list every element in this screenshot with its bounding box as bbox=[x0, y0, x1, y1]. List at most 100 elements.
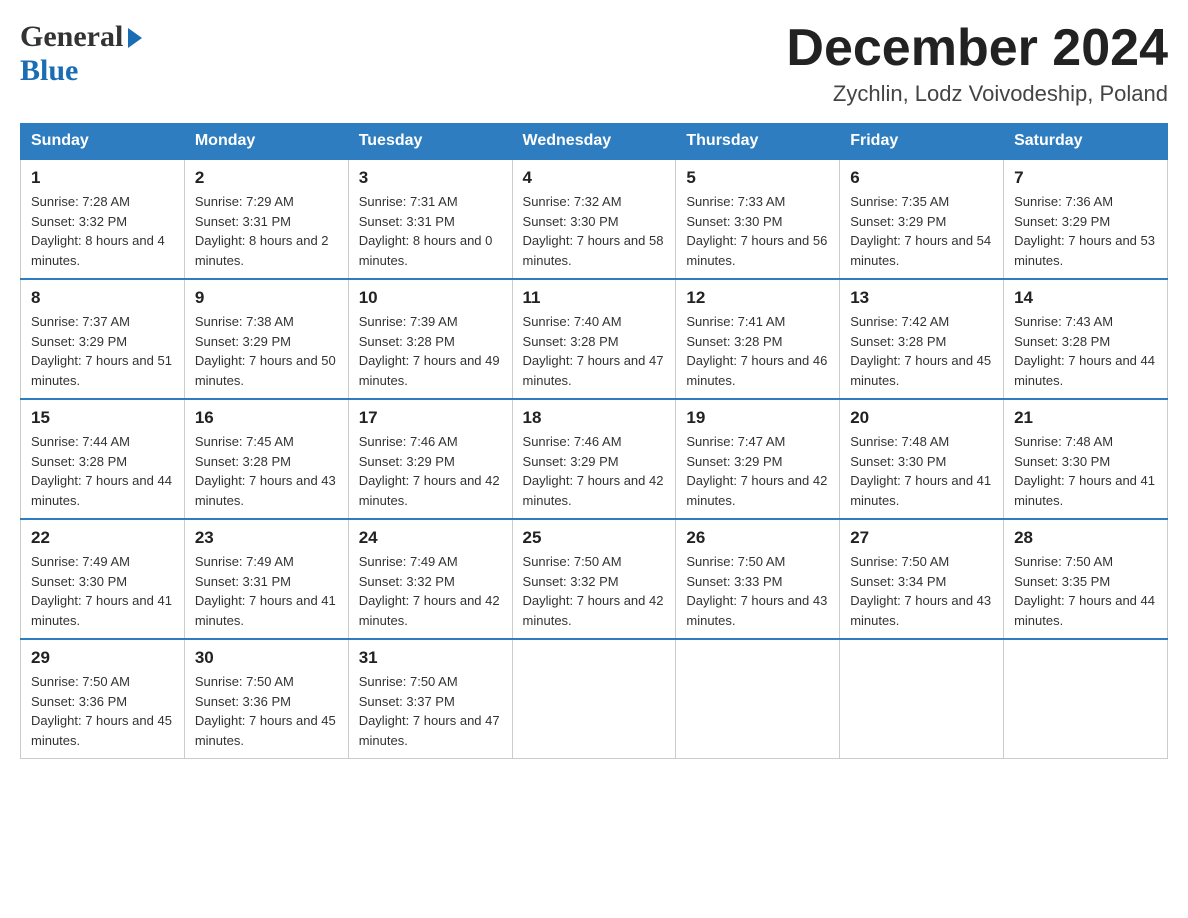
calendar-cell: 30Sunrise: 7:50 AMSunset: 3:36 PMDayligh… bbox=[184, 639, 348, 759]
calendar-cell: 6 Sunrise: 7:35 AMSunset: 3:29 PMDaylight… bbox=[840, 159, 1004, 279]
calendar-week-row: 8 Sunrise: 7:37 AMSunset: 3:29 PMDaylight… bbox=[21, 279, 1168, 399]
day-number: 19 bbox=[686, 408, 829, 428]
day-number: 7 bbox=[1014, 168, 1157, 188]
day-number: 20 bbox=[850, 408, 993, 428]
calendar-cell: 9 Sunrise: 7:38 AMSunset: 3:29 PMDaylight… bbox=[184, 279, 348, 399]
title-block: December 2024 Zychlin, Lodz Voivodeship,… bbox=[786, 20, 1168, 107]
day-info: Sunrise: 7:44 AMSunset: 3:28 PMDaylight:… bbox=[31, 434, 172, 508]
day-number: 21 bbox=[1014, 408, 1157, 428]
calendar-cell: 27 Sunrise: 7:50 AMSunset: 3:34 PMDayligh… bbox=[840, 519, 1004, 639]
calendar-cell bbox=[840, 639, 1004, 759]
calendar-week-row: 15 Sunrise: 7:44 AMSunset: 3:28 PMDayligh… bbox=[21, 399, 1168, 519]
day-info: Sunrise: 7:48 AMSunset: 3:30 PMDaylight:… bbox=[1014, 434, 1155, 508]
day-info: Sunrise: 7:32 AMSunset: 3:30 PMDaylight:… bbox=[523, 194, 664, 268]
day-info: Sunrise: 7:37 AMSunset: 3:29 PMDaylight:… bbox=[31, 314, 172, 388]
day-number: 3 bbox=[359, 168, 502, 188]
day-info: Sunrise: 7:38 AMSunset: 3:29 PMDaylight:… bbox=[195, 314, 336, 388]
day-info: Sunrise: 7:49 AMSunset: 3:32 PMDaylight:… bbox=[359, 554, 500, 628]
day-number: 16 bbox=[195, 408, 338, 428]
day-info: Sunrise: 7:48 AMSunset: 3:30 PMDaylight:… bbox=[850, 434, 991, 508]
day-info: Sunrise: 7:50 AMSunset: 3:32 PMDaylight:… bbox=[523, 554, 664, 628]
calendar-cell: 8 Sunrise: 7:37 AMSunset: 3:29 PMDaylight… bbox=[21, 279, 185, 399]
day-number: 30 bbox=[195, 648, 338, 668]
calendar-cell: 7 Sunrise: 7:36 AMSunset: 3:29 PMDaylight… bbox=[1004, 159, 1168, 279]
day-info: Sunrise: 7:39 AMSunset: 3:28 PMDaylight:… bbox=[359, 314, 500, 388]
day-info: Sunrise: 7:46 AMSunset: 3:29 PMDaylight:… bbox=[523, 434, 664, 508]
day-number: 5 bbox=[686, 168, 829, 188]
calendar-cell: 12Sunrise: 7:41 AMSunset: 3:28 PMDayligh… bbox=[676, 279, 840, 399]
calendar-cell: 4 Sunrise: 7:32 AMSunset: 3:30 PMDaylight… bbox=[512, 159, 676, 279]
day-number: 27 bbox=[850, 528, 993, 548]
day-number: 8 bbox=[31, 288, 174, 308]
day-info: Sunrise: 7:36 AMSunset: 3:29 PMDaylight:… bbox=[1014, 194, 1155, 268]
day-number: 9 bbox=[195, 288, 338, 308]
logo-general-text: General bbox=[20, 20, 123, 54]
day-header-sunday: Sunday bbox=[21, 124, 185, 160]
calendar-cell: 15 Sunrise: 7:44 AMSunset: 3:28 PMDayligh… bbox=[21, 399, 185, 519]
day-info: Sunrise: 7:42 AMSunset: 3:28 PMDaylight:… bbox=[850, 314, 991, 388]
day-number: 11 bbox=[523, 288, 666, 308]
calendar-cell: 21 Sunrise: 7:48 AMSunset: 3:30 PMDayligh… bbox=[1004, 399, 1168, 519]
calendar-cell: 3 Sunrise: 7:31 AMSunset: 3:31 PMDaylight… bbox=[348, 159, 512, 279]
day-info: Sunrise: 7:50 AMSunset: 3:34 PMDaylight:… bbox=[850, 554, 991, 628]
day-number: 15 bbox=[31, 408, 174, 428]
calendar-cell: 1Sunrise: 7:28 AMSunset: 3:32 PMDaylight… bbox=[21, 159, 185, 279]
day-number: 23 bbox=[195, 528, 338, 548]
month-title: December 2024 bbox=[786, 20, 1168, 77]
calendar-cell: 19 Sunrise: 7:47 AMSunset: 3:29 PMDayligh… bbox=[676, 399, 840, 519]
day-info: Sunrise: 7:35 AMSunset: 3:29 PMDaylight:… bbox=[850, 194, 991, 268]
day-header-monday: Monday bbox=[184, 124, 348, 160]
day-number: 6 bbox=[850, 168, 993, 188]
day-header-saturday: Saturday bbox=[1004, 124, 1168, 160]
location-title: Zychlin, Lodz Voivodeship, Poland bbox=[786, 81, 1168, 107]
day-number: 28 bbox=[1014, 528, 1157, 548]
calendar-week-row: 1Sunrise: 7:28 AMSunset: 3:32 PMDaylight… bbox=[21, 159, 1168, 279]
calendar-cell: 24 Sunrise: 7:49 AMSunset: 3:32 PMDayligh… bbox=[348, 519, 512, 639]
logo: General Blue bbox=[20, 20, 142, 88]
day-number: 17 bbox=[359, 408, 502, 428]
day-info: Sunrise: 7:50 AMSunset: 3:37 PMDaylight:… bbox=[359, 674, 500, 748]
day-header-friday: Friday bbox=[840, 124, 1004, 160]
calendar-cell: 2Sunrise: 7:29 AMSunset: 3:31 PMDaylight… bbox=[184, 159, 348, 279]
logo-arrow-icon bbox=[128, 28, 142, 48]
day-number: 25 bbox=[523, 528, 666, 548]
page-header: General Blue December 2024 Zychlin, Lodz… bbox=[20, 20, 1168, 107]
calendar-cell: 25 Sunrise: 7:50 AMSunset: 3:32 PMDayligh… bbox=[512, 519, 676, 639]
calendar-cell: 29 Sunrise: 7:50 AMSunset: 3:36 PMDayligh… bbox=[21, 639, 185, 759]
day-number: 12 bbox=[686, 288, 829, 308]
calendar-cell: 14 Sunrise: 7:43 AMSunset: 3:28 PMDayligh… bbox=[1004, 279, 1168, 399]
day-number: 22 bbox=[31, 528, 174, 548]
calendar-week-row: 22 Sunrise: 7:49 AMSunset: 3:30 PMDayligh… bbox=[21, 519, 1168, 639]
calendar-cell: 17Sunrise: 7:46 AMSunset: 3:29 PMDayligh… bbox=[348, 399, 512, 519]
day-info: Sunrise: 7:50 AMSunset: 3:35 PMDaylight:… bbox=[1014, 554, 1155, 628]
day-number: 29 bbox=[31, 648, 174, 668]
calendar-cell: 28 Sunrise: 7:50 AMSunset: 3:35 PMDayligh… bbox=[1004, 519, 1168, 639]
calendar-table: SundayMondayTuesdayWednesdayThursdayFrid… bbox=[20, 123, 1168, 759]
calendar-cell: 16Sunrise: 7:45 AMSunset: 3:28 PMDayligh… bbox=[184, 399, 348, 519]
day-info: Sunrise: 7:47 AMSunset: 3:29 PMDaylight:… bbox=[686, 434, 827, 508]
day-header-wednesday: Wednesday bbox=[512, 124, 676, 160]
calendar-cell bbox=[676, 639, 840, 759]
day-header-tuesday: Tuesday bbox=[348, 124, 512, 160]
calendar-cell: 18Sunrise: 7:46 AMSunset: 3:29 PMDayligh… bbox=[512, 399, 676, 519]
calendar-cell: 22 Sunrise: 7:49 AMSunset: 3:30 PMDayligh… bbox=[21, 519, 185, 639]
day-info: Sunrise: 7:40 AMSunset: 3:28 PMDaylight:… bbox=[523, 314, 664, 388]
calendar-cell: 23Sunrise: 7:49 AMSunset: 3:31 PMDayligh… bbox=[184, 519, 348, 639]
day-number: 1 bbox=[31, 168, 174, 188]
day-info: Sunrise: 7:50 AMSunset: 3:36 PMDaylight:… bbox=[31, 674, 172, 748]
day-info: Sunrise: 7:49 AMSunset: 3:30 PMDaylight:… bbox=[31, 554, 172, 628]
calendar-cell: 11 Sunrise: 7:40 AMSunset: 3:28 PMDayligh… bbox=[512, 279, 676, 399]
day-info: Sunrise: 7:43 AMSunset: 3:28 PMDaylight:… bbox=[1014, 314, 1155, 388]
calendar-cell: 31 Sunrise: 7:50 AMSunset: 3:37 PMDayligh… bbox=[348, 639, 512, 759]
day-info: Sunrise: 7:50 AMSunset: 3:33 PMDaylight:… bbox=[686, 554, 827, 628]
calendar-week-row: 29 Sunrise: 7:50 AMSunset: 3:36 PMDayligh… bbox=[21, 639, 1168, 759]
day-header-thursday: Thursday bbox=[676, 124, 840, 160]
day-info: Sunrise: 7:31 AMSunset: 3:31 PMDaylight:… bbox=[359, 194, 493, 268]
calendar-cell: 10Sunrise: 7:39 AMSunset: 3:28 PMDayligh… bbox=[348, 279, 512, 399]
day-number: 14 bbox=[1014, 288, 1157, 308]
day-number: 24 bbox=[359, 528, 502, 548]
calendar-cell bbox=[1004, 639, 1168, 759]
day-number: 31 bbox=[359, 648, 502, 668]
day-number: 4 bbox=[523, 168, 666, 188]
calendar-cell: 26Sunrise: 7:50 AMSunset: 3:33 PMDayligh… bbox=[676, 519, 840, 639]
